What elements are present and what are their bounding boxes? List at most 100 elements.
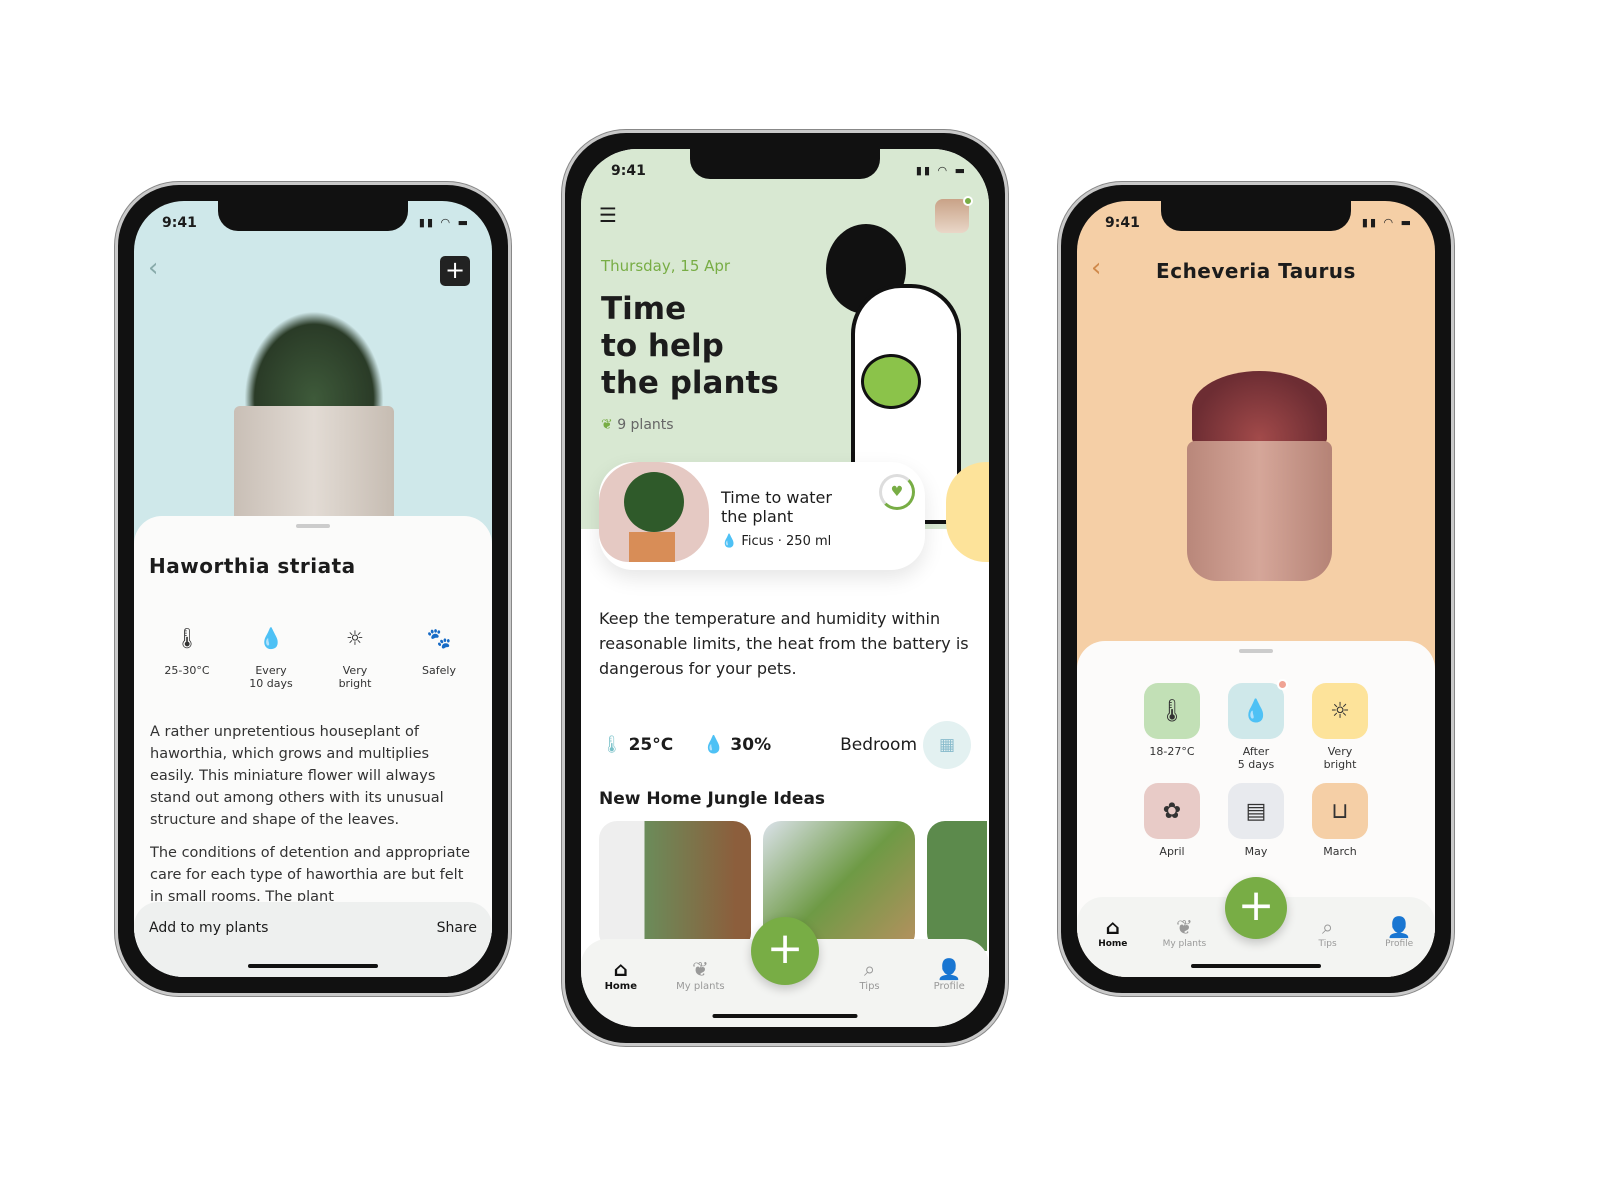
add-plant-button[interactable]: + — [751, 917, 819, 985]
care-tile-label: April — [1159, 845, 1185, 858]
menu-icon[interactable]: ☰ — [599, 203, 617, 227]
search-icon: ⌕ — [1321, 915, 1334, 939]
phone-plant-care: 9:41 ▮▮ ◠ ▬ ‹ Echeveria Taurus 🌡 18-27°C 💧… — [1058, 182, 1454, 996]
status-time: 9:41 — [162, 215, 197, 231]
room[interactable]: Bedroom — [840, 735, 917, 755]
care-tile-label: May — [1244, 845, 1268, 858]
sun-icon: ☼ — [346, 626, 364, 650]
tab-home[interactable]: ⌂ Home — [591, 957, 651, 992]
tip-text: Keep the temperature and humidity within… — [599, 609, 969, 678]
drag-handle[interactable] — [296, 524, 330, 528]
status-icons: ▮▮ ◠ ▬ — [915, 164, 967, 177]
spec-label: 25-30°C — [164, 664, 210, 677]
screen: 9:41 ▮▮ ◠ ▬ ‹ Echeveria Taurus 🌡 18-27°C 💧… — [1077, 201, 1435, 977]
plant-image — [1187, 371, 1332, 601]
flower-icon: ✿ — [1144, 783, 1200, 839]
leaf-icon: ❦ — [1176, 915, 1193, 939]
phone-plant-detail: 9:41 ▮▮ ◠ ▬ ‹ + Haworthia striata 🌡 25-30… — [115, 182, 511, 996]
spec-label: Every 10 days — [249, 664, 293, 690]
search-icon: ⌕ — [863, 957, 876, 981]
care-tile-label: 18-27°C — [1149, 745, 1195, 758]
notch — [218, 201, 408, 231]
idea-card[interactable] — [927, 821, 987, 951]
reminder-meta: 💧 Ficus · 250 ml — [721, 534, 831, 549]
tab-my-plants[interactable]: ❦ My plants — [670, 957, 730, 992]
notch — [1161, 201, 1351, 231]
tab-my-plants[interactable]: ❦ My plants — [1154, 915, 1214, 949]
status-icons: ▮▮ ◠ ▬ — [418, 216, 470, 229]
home-indicator — [712, 1014, 858, 1018]
home-icon: ⌂ — [613, 957, 628, 981]
conditions-row: 🌡 25°C 💧 30% Bedroom ▦ — [601, 721, 971, 769]
description-paragraph: The conditions of detention and appropri… — [150, 845, 471, 901]
sun-icon: ☼ — [1312, 683, 1368, 739]
tab-label: My plants — [676, 981, 725, 992]
plant-title: Haworthia striata — [149, 554, 356, 578]
tab-tips[interactable]: ⌕ Tips — [1298, 915, 1358, 949]
back-button[interactable]: ‹ — [148, 253, 158, 283]
care-tile[interactable]: 💧 After 5 days — [1216, 679, 1296, 771]
reminder-card[interactable]: Time to water the plant 💧 Ficus · 250 ml… — [599, 462, 925, 570]
spec-label: Safely — [422, 664, 456, 677]
plant-count-text: 9 plants — [617, 417, 674, 433]
care-tile-label: March — [1323, 845, 1357, 858]
idea-card[interactable] — [599, 821, 751, 951]
date-label: Thursday, 15 Apr — [601, 257, 731, 275]
tab-label: Profile — [1385, 939, 1414, 949]
user-icon: 👤 — [936, 957, 962, 981]
tab-tips[interactable]: ⌕ Tips — [840, 957, 900, 992]
user-icon: 👤 — [1386, 915, 1412, 939]
tab-label: My plants — [1162, 939, 1207, 949]
add-to-my-plants-button[interactable]: Add to my plants — [149, 920, 268, 936]
tab-label: Profile — [933, 981, 965, 992]
screen: 9:41 ▮▮ ◠ ▬ ☰ Thursday, 15 Apr Time to h… — [581, 149, 989, 1027]
reminder-title: Time to water the plant — [721, 488, 832, 526]
home-icon: ⌂ — [1105, 915, 1120, 939]
care-tile[interactable]: ⊔ March — [1300, 783, 1380, 858]
water-drop-icon: 💧 — [703, 735, 725, 755]
phone-home: 9:41 ▮▮ ◠ ▬ ☰ Thursday, 15 Apr Time to h… — [562, 130, 1008, 1046]
status-time: 9:41 — [1105, 215, 1140, 231]
tab-label: Home — [1098, 939, 1128, 949]
tab-label: Tips — [859, 981, 880, 992]
tab-label: Tips — [1318, 939, 1337, 949]
tab-label: Home — [604, 981, 638, 992]
home-indicator — [1191, 964, 1321, 968]
water-drop-icon: 💧 — [721, 534, 738, 549]
water-drop-icon: 💧 — [1228, 679, 1288, 739]
tab-profile[interactable]: 👤 Profile — [1369, 915, 1429, 949]
humidity: 30% — [730, 735, 772, 755]
thermometer-icon: 🌡 — [1144, 683, 1200, 739]
thermometer-icon: 🌡 — [601, 735, 623, 755]
section-title: New Home Jungle Ideas — [599, 789, 826, 809]
thermometer-icon: 🌡 — [174, 626, 200, 650]
care-tile[interactable]: ☼ Very bright — [1300, 683, 1380, 771]
plant-count: ❦ 9 plants — [601, 417, 674, 433]
care-tile[interactable]: ✿ April — [1132, 783, 1212, 858]
paw-icon: 🐾 — [426, 626, 452, 650]
tab-home[interactable]: ⌂ Home — [1083, 915, 1143, 949]
tab-profile[interactable]: 👤 Profile — [919, 957, 979, 992]
leaf-icon: ❦ — [601, 417, 613, 433]
add-button[interactable]: + — [440, 256, 470, 286]
add-plant-button[interactable]: + — [1225, 877, 1287, 939]
care-tile-label: Very bright — [1323, 745, 1357, 771]
pot-icon: ⊔ — [1312, 783, 1368, 839]
screen: 9:41 ▮▮ ◠ ▬ ‹ + Haworthia striata 🌡 25-30… — [134, 201, 492, 977]
fertilizer-icon: ▤ — [1228, 783, 1284, 839]
share-button[interactable]: Share — [437, 920, 477, 936]
favorite-heart-icon[interactable]: ♥ — [879, 474, 915, 510]
room-plan-icon[interactable]: ▦ — [923, 721, 971, 769]
home-indicator — [248, 964, 378, 968]
drag-handle[interactable] — [1239, 649, 1273, 653]
notification-dot — [1277, 679, 1288, 690]
headline: Time to help the plants — [601, 291, 779, 401]
description: A rather unpretentious houseplant of haw… — [150, 721, 476, 901]
plant-image — [234, 311, 394, 521]
temperature: 25°C — [628, 735, 674, 755]
status-icons: ▮▮ ◠ ▬ — [1361, 216, 1413, 229]
care-tile[interactable]: 🌡 18-27°C — [1132, 683, 1212, 758]
care-tile[interactable]: ▤ May — [1216, 783, 1296, 858]
water-drop-icon: 💧 — [258, 626, 284, 650]
spec-label: Very bright — [338, 664, 372, 690]
